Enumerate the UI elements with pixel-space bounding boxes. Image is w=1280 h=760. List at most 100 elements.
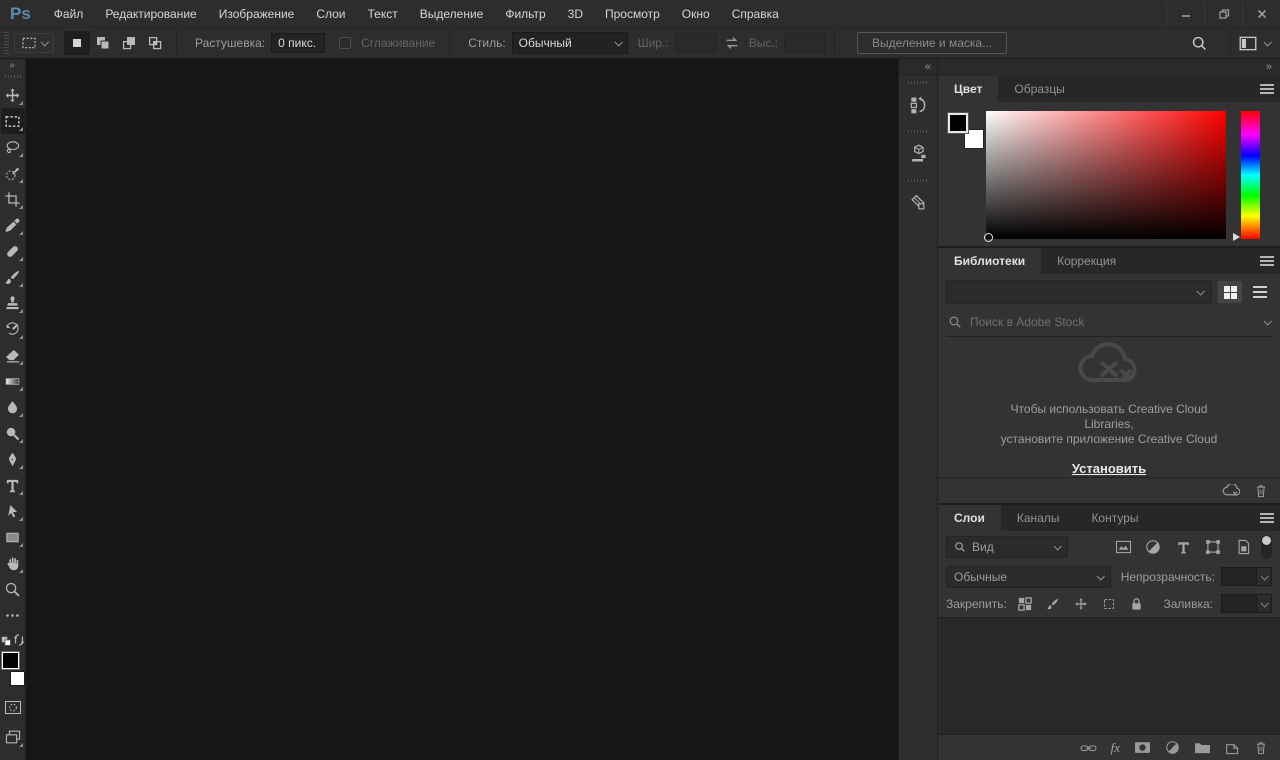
adobe-stock-search[interactable]: Поиск в Adobe Stock [946,310,1272,337]
layer-filter-toggle[interactable] [1261,535,1272,559]
eyedropper-tool[interactable] [1,212,25,238]
collapse-panels-button[interactable]: » [938,59,1280,76]
trash-icon[interactable] [1254,740,1268,755]
menu-help[interactable]: Справка [721,0,790,28]
menu-layers[interactable]: Слои [305,0,356,28]
gradient-tool[interactable] [1,368,25,394]
filter-smart-objects-button[interactable] [1231,536,1255,558]
path-selection-tool[interactable] [1,498,25,524]
restore-button[interactable] [1204,3,1242,25]
foreground-background-colors[interactable] [1,652,25,686]
hue-slider-pointer[interactable] [1233,233,1240,241]
tab-paths[interactable]: Контуры [1075,505,1154,531]
menu-3d[interactable]: 3D [557,0,594,28]
type-tool[interactable] [1,472,25,498]
lock-position-button[interactable] [1071,594,1091,614]
filter-adjustment-layers-button[interactable] [1141,536,1165,558]
color-field-cursor[interactable] [984,233,993,242]
intersect-selection-button[interactable] [142,31,168,55]
menu-edit[interactable]: Редактирование [94,0,207,28]
adjustment-layer-icon[interactable] [1165,740,1180,755]
expand-panels-button[interactable]: « [899,59,937,76]
menu-image[interactable]: Изображение [208,0,306,28]
saturation-brightness-field[interactable] [986,111,1226,239]
lock-pixels-button[interactable] [1043,594,1063,614]
tab-swatches[interactable]: Образцы [998,76,1080,102]
panel-grip[interactable] [908,81,928,84]
toolbar-expand-button[interactable]: » [0,59,25,73]
opacity-input[interactable] [1221,567,1257,586]
grid-view-button[interactable] [1218,281,1242,303]
width-input[interactable] [675,33,717,53]
select-and-mask-button[interactable]: Выделение и маска... [857,32,1007,54]
toolbar-grip[interactable] [5,75,21,78]
list-view-button[interactable] [1248,281,1272,303]
tab-adjustments[interactable]: Коррекция [1041,248,1132,274]
edit-toolbar-button[interactable] [1,602,25,628]
menu-filter[interactable]: Фильтр [494,0,556,28]
new-layer-icon[interactable] [1225,741,1240,755]
tool-preset-picker[interactable] [14,33,54,53]
default-colors-icon[interactable] [1,636,12,647]
libraries-panel-menu-button[interactable] [1254,248,1280,274]
lock-artboard-button[interactable] [1099,594,1119,614]
swap-colors-icon[interactable] [13,634,25,646]
rectangular-marquee-tool[interactable] [1,108,25,134]
menu-select[interactable]: Выделение [409,0,495,28]
opacity-combo[interactable] [1221,567,1272,586]
zoom-tool[interactable] [1,576,25,602]
brush-tool[interactable] [1,264,25,290]
filter-shape-layers-button[interactable] [1201,536,1225,558]
fx-icon[interactable]: fx [1111,740,1120,756]
chevron-down-icon[interactable] [1263,317,1271,325]
eraser-tool[interactable] [1,342,25,368]
sync-cc-icon[interactable] [1222,484,1240,498]
tab-color[interactable]: Цвет [938,76,998,102]
feather-input[interactable] [271,33,325,53]
color-panel-menu-button[interactable] [1254,76,1280,102]
canvas-area[interactable] [26,59,898,760]
clone-stamp-tool[interactable] [1,290,25,316]
info-panel-button[interactable] [900,185,936,221]
trash-icon[interactable] [1254,483,1268,498]
quick-selection-tool[interactable] [1,160,25,186]
panel-grip[interactable] [908,179,928,182]
close-button[interactable] [1242,3,1280,25]
foreground-color-swatch[interactable] [948,113,968,133]
group-icon[interactable] [1194,741,1211,754]
panel-grip[interactable] [908,130,928,133]
filter-type-layers-button[interactable] [1171,536,1195,558]
tab-channels[interactable]: Каналы [1001,505,1076,531]
layers-list[interactable] [938,617,1280,734]
tab-layers[interactable]: Слои [938,505,1001,531]
new-selection-button[interactable] [64,31,90,55]
fill-combo[interactable] [1221,594,1272,613]
layer-filter-select[interactable]: Вид [946,536,1068,558]
fill-input[interactable] [1221,594,1257,613]
blur-tool[interactable] [1,394,25,420]
lock-all-button[interactable] [1127,594,1147,614]
library-select[interactable] [946,280,1212,304]
tab-libraries[interactable]: Библиотеки [938,248,1041,274]
pen-tool[interactable] [1,446,25,472]
lock-transparency-button[interactable] [1015,594,1035,614]
workspace-icon[interactable] [1239,36,1257,51]
layers-panel-menu-button[interactable] [1254,505,1280,531]
properties-panel-button[interactable] [900,136,936,172]
menu-type[interactable]: Текст [357,0,409,28]
rectangle-shape-tool[interactable] [1,524,25,550]
menu-window[interactable]: Окно [671,0,721,28]
subtract-from-selection-button[interactable] [116,31,142,55]
history-brush-tool[interactable] [1,316,25,342]
minimize-button[interactable] [1166,3,1204,25]
blend-mode-select[interactable]: Обычные [946,566,1111,588]
style-select[interactable]: Обычный [512,32,628,54]
options-bar-grip[interactable] [3,32,10,54]
antialias-checkbox[interactable] [339,37,351,49]
foreground-color-swatch[interactable] [2,652,19,669]
chevron-down-icon[interactable] [1263,38,1271,46]
history-panel-button[interactable] [900,87,936,123]
crop-tool[interactable] [1,186,25,212]
filter-pixel-layers-button[interactable] [1111,536,1135,558]
install-link[interactable]: Установить [1072,461,1146,476]
